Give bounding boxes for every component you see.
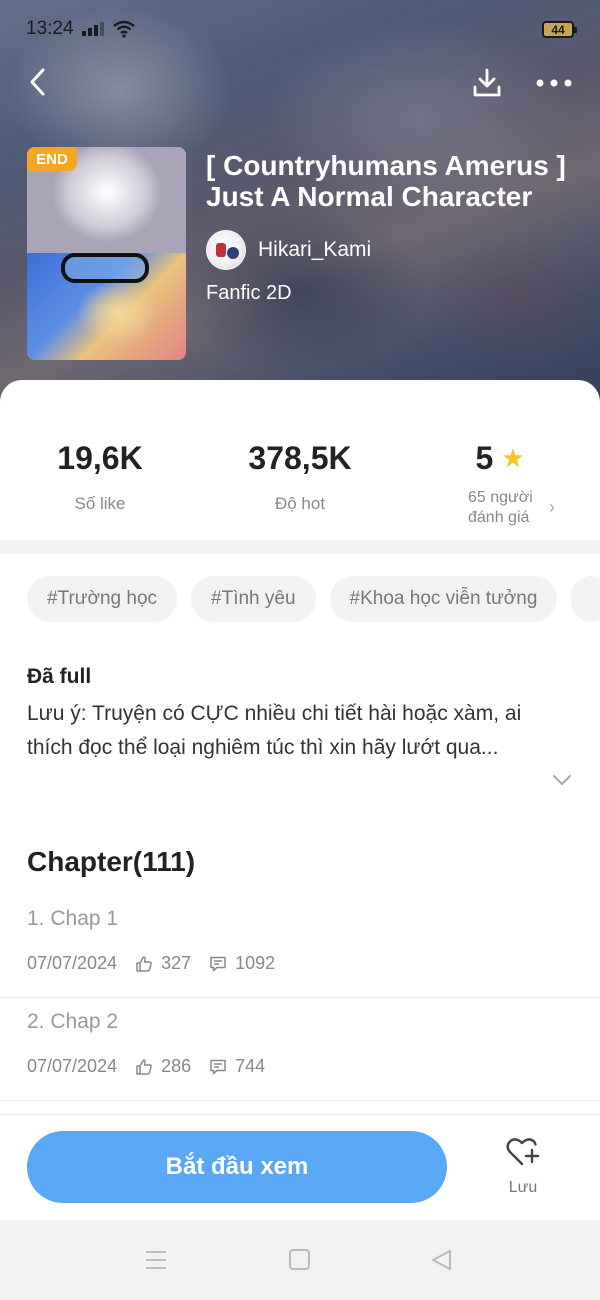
chapter-meta: 07/07/2024 286 744: [27, 1056, 265, 1077]
status-time: 13:24: [26, 18, 74, 39]
save-button[interactable]: Lưu: [490, 1136, 556, 1206]
story-title: [ Countryhumans Amerus ] Just A Normal C…: [206, 150, 566, 212]
status-bar: 13:24 44: [0, 0, 600, 58]
chapter-comment-count: 1092: [235, 953, 276, 973]
rating-count-label[interactable]: 65 người đánh giá: [468, 488, 533, 528]
chevron-right-icon[interactable]: ›: [549, 497, 555, 518]
rating-value: 5: [475, 440, 494, 476]
chapter-title: 2. Chap 2: [27, 1010, 119, 1033]
author-link[interactable]: Hikari_Kami: [206, 230, 371, 270]
chapter-date: 07/07/2024: [27, 953, 118, 973]
completion-status: Đã full: [27, 665, 92, 688]
rating-label-line1: 65 người: [468, 489, 533, 506]
chapter-like-count: 286: [161, 1056, 192, 1076]
heart-plus-icon: [506, 1138, 540, 1166]
signal-icon: [81, 22, 104, 36]
chapter-comment-count: 744: [235, 1056, 266, 1076]
chapter-like-count: 327: [161, 953, 192, 973]
story-cover-image: [27, 147, 186, 360]
hot-label: Độ hot: [274, 494, 326, 513]
download-icon: [473, 68, 501, 97]
author-name: Hikari_Kami: [258, 238, 372, 261]
tag-chip[interactable]: #Tình yêu: [191, 576, 316, 622]
more-icon: [536, 79, 572, 87]
avatar: [206, 230, 246, 270]
star-icon: ★: [501, 443, 525, 473]
like-icon: [135, 955, 153, 973]
tag-list: #Trường học #Tình yêu #Khoa học viễn tưở…: [27, 576, 600, 622]
start-reading-button[interactable]: Bắt đầu xem: [27, 1131, 447, 1203]
comment-icon: [209, 1058, 227, 1076]
like-icon: [135, 1058, 153, 1076]
hot-stat: 378,5K Độ hot: [200, 440, 400, 514]
end-badge: END: [27, 147, 77, 171]
tag-chip[interactable]: #Khoa học viễn tưởng: [329, 576, 558, 622]
comment-icon: [209, 955, 227, 973]
more-options-button[interactable]: [532, 64, 576, 102]
save-label: Lưu: [508, 1179, 538, 1196]
chapter-row[interactable]: 2. Chap 2 07/07/2024 286 744: [0, 998, 600, 1101]
top-navigation: [0, 58, 600, 108]
back-arrow-icon: [30, 68, 45, 96]
hot-value: 378,5K: [248, 440, 352, 476]
likes-stat: 19,6K Số like: [0, 440, 200, 514]
chapter-row[interactable]: 1. Chap 1 07/07/2024 327 1092: [0, 895, 600, 998]
system-back-icon[interactable]: [430, 1248, 454, 1272]
download-button[interactable]: [468, 64, 506, 102]
tag-chip-overflow[interactable]: [571, 576, 600, 622]
chapter-heading: Chapter(111): [27, 846, 196, 877]
wifi-icon: [112, 20, 135, 38]
rating-stat[interactable]: 5 ★: [400, 440, 600, 476]
chapter-meta: 07/07/2024 327 1092: [27, 953, 275, 974]
home-icon[interactable]: [289, 1249, 310, 1270]
story-description: Lưu ý: Truyện có CỰC nhiều chi tiết hài …: [27, 702, 522, 759]
likes-value: 19,6K: [57, 440, 143, 476]
battery-icon: 44: [542, 21, 577, 38]
recent-apps-icon[interactable]: [145, 1250, 167, 1270]
section-divider: [0, 540, 600, 554]
tag-chip[interactable]: #Trường học: [27, 576, 178, 622]
story-genre: Fanfic 2D: [206, 282, 292, 304]
chapter-title: 1. Chap 1: [27, 907, 119, 930]
expand-description-button[interactable]: [550, 768, 574, 792]
rating-label-line2: đánh giá: [468, 509, 530, 526]
likes-label: Số like: [74, 494, 126, 513]
chevron-down-icon: [553, 775, 571, 785]
back-button[interactable]: [20, 64, 56, 100]
chapter-date: 07/07/2024: [27, 1056, 118, 1076]
